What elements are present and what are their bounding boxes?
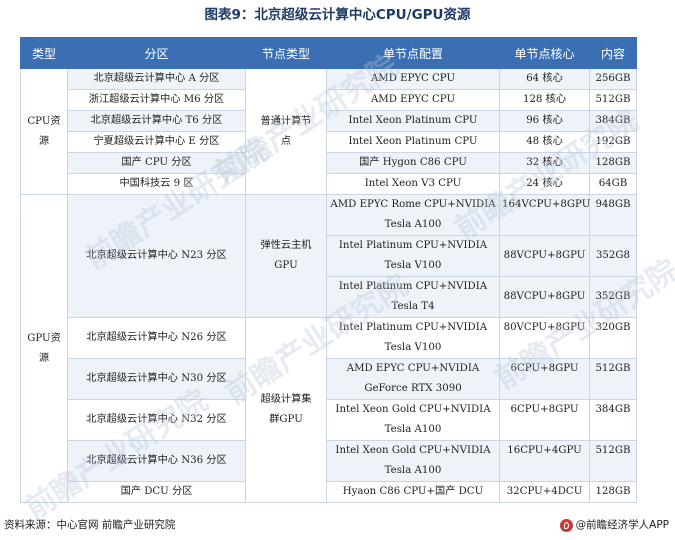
cores-cell: 64 核心 xyxy=(499,68,590,90)
memory-cell: 512GB xyxy=(589,440,637,482)
config-cell: Intel Xeon Platinum CPU xyxy=(326,110,500,132)
cores-cell: 6CPU+8GPU xyxy=(499,399,590,441)
table-row: 北京超级云计算中心 T6 分区 Intel Xeon Platinum CPU … xyxy=(21,110,637,132)
cores-cell: 88VCPU+8GPU xyxy=(499,276,590,318)
node-type-elastic: 弹性云主机GPU xyxy=(245,194,327,318)
table-row: CPU资源 北京超级云计算中心 A 分区 普通计算节点 AMD EPYC CPU… xyxy=(20,68,637,195)
table-row: 宁夏超级云计算中心 E 分区 Intel Xeon Platinum CPU 4… xyxy=(21,131,637,153)
node-type-super: 超级计算集群GPU xyxy=(245,317,327,503)
header-partition: 分区 xyxy=(67,37,246,69)
config-cell: AMD EPYC CPU+NVIDIA GeForce RTX 3090 xyxy=(326,358,500,400)
memory-cell: 948GB xyxy=(589,194,637,236)
source-note: 资料来源：中心官网 前瞻产业研究院 xyxy=(4,519,176,531)
table-row: GPU资源 北京超级云计算中心 N23 分区 弹性云主机GPU AMD EPYC… xyxy=(20,194,637,503)
config-cell: Intel Xeon Gold CPU+NVIDIA Tesla A100 xyxy=(326,440,500,482)
cores-cell: 32CPU+4DCU xyxy=(499,481,590,503)
partition-cell: 中国科技云 9 区 xyxy=(67,173,246,195)
brand-logo-icon xyxy=(559,518,573,532)
table-row: 北京超级云计算中心 N26 分区 超级计算集群GPU Intel Platinu… xyxy=(21,317,637,503)
cores-cell: 80VCPU+8GPU xyxy=(499,317,590,359)
memory-cell: 128GB xyxy=(589,152,637,174)
memory-cell: 256GB xyxy=(589,68,637,90)
memory-cell: 320GB xyxy=(589,317,637,359)
partition-cell: 宁夏超级云计算中心 E 分区 xyxy=(67,131,246,153)
partition-cell: 国产 CPU 分区 xyxy=(67,152,246,174)
table-row: 中国科技云 9 区 Intel Xeon V3 CPU 24 核心 64GB xyxy=(21,173,637,195)
config-cell: AMD EPYC CPU xyxy=(326,68,500,90)
config-cell: Intel Xeon V3 CPU xyxy=(326,173,500,195)
table-row: 北京超级云计算中心 N30 分区 AMD EPYC CPU+NVIDIA GeF… xyxy=(21,358,637,400)
partition-cell: 北京超级云计算中心 N32 分区 xyxy=(67,399,246,441)
header-config: 单节点配置 xyxy=(326,37,500,69)
cores-cell: 128 核心 xyxy=(499,89,590,111)
config-cell: Intel Platinum CPU+NVIDIA Tesla V100 xyxy=(326,317,500,359)
cores-cell: 6CPU+8GPU xyxy=(499,358,590,400)
memory-cell: 384GB xyxy=(589,399,637,441)
chart-title: 图表9：北京超级云计算中心CPU/GPU资源 xyxy=(204,7,471,23)
memory-cell: 384GB xyxy=(589,110,637,132)
cores-cell: 32 核心 xyxy=(499,152,590,174)
brand-credit: @前瞻经济学人APP xyxy=(559,514,669,536)
memory-cell: 512GB xyxy=(589,358,637,400)
memory-cell: 352GB xyxy=(589,276,637,318)
partition-cell: 北京超级云计算中心 N23 分区 xyxy=(67,194,246,318)
memory-cell: 352G8 xyxy=(589,235,637,277)
config-cell: AMD EPYC Rome CPU+NVIDIA Tesla A100 xyxy=(326,194,500,236)
table-row: 北京超级云计算中心 N36 分区 Intel Xeon Gold CPU+NVI… xyxy=(21,440,637,482)
table-row: 国产 DCU 分区 Hyaon C86 CPU+国产 DCU 32CPU+4DC… xyxy=(21,481,637,503)
header-memory: 内容 xyxy=(589,37,637,69)
config-cell: AMD EPYC CPU xyxy=(326,89,500,111)
cores-cell: 88VCPU+8GPU xyxy=(499,235,590,277)
config-cell: Hyaon C86 CPU+国产 DCU xyxy=(326,481,500,503)
partition-cell: 国产 DCU 分区 xyxy=(67,481,246,503)
table-row: 浙江超级云计算中心 M6 分区 AMD EPYC CPU 128 核心 512G… xyxy=(21,89,637,111)
config-cell: Intel Platinum CPU+NVIDIA Tesla T4 xyxy=(326,276,500,318)
partition-cell: 北京超级云计算中心 T6 分区 xyxy=(67,110,246,132)
header-cores: 单节点核心 xyxy=(499,37,590,69)
table-row: 国产 CPU 分区 国产 Hygon C86 CPU 32 核心 128GB xyxy=(21,152,637,174)
memory-cell: 192GB xyxy=(589,131,637,153)
partition-cell: 浙江超级云计算中心 M6 分区 xyxy=(67,89,246,111)
cores-cell: 16CPU+4GPU xyxy=(499,440,590,482)
partition-cell: 北京超级云计算中心 A 分区 xyxy=(67,68,246,90)
memory-cell: 512GB xyxy=(589,89,637,111)
config-cell: Intel Xeon Platinum CPU xyxy=(326,131,500,153)
config-cell: 国产 Hygon C86 CPU xyxy=(326,152,500,174)
header-node-type: 节点类型 xyxy=(245,37,327,69)
partition-cell: 北京超级云计算中心 N36 分区 xyxy=(67,440,246,482)
cores-cell: 48 核心 xyxy=(499,131,590,153)
type-gpu: GPU资源 xyxy=(20,194,68,503)
config-cell: Intel Platinum CPU+NVIDIA Tesla V100 xyxy=(326,235,500,277)
cores-cell: 96 核心 xyxy=(499,110,590,132)
cores-cell: 24 核心 xyxy=(499,173,590,195)
resource-table: 类型 分区 节点类型 单节点配置 单节点核心 内容 CPU资源 北京超级云计算中… xyxy=(20,37,637,503)
memory-cell: 64GB xyxy=(589,173,637,195)
header-row: 类型 分区 节点类型 单节点配置 单节点核心 内容 xyxy=(20,37,637,69)
config-cell: Intel Xeon Gold CPU+NVIDIA Tesla A100 xyxy=(326,399,500,441)
brand-text: @前瞻经济学人APP xyxy=(575,519,669,531)
cores-cell: 164VCPU+8GPU xyxy=(499,194,590,236)
header-type: 类型 xyxy=(20,37,68,69)
table-row: 北京超级云计算中心 N32 分区 Intel Xeon Gold CPU+NVI… xyxy=(21,399,637,441)
partition-cell: 北京超级云计算中心 N26 分区 xyxy=(67,317,246,359)
memory-cell: 128GB xyxy=(589,481,637,503)
node-type-general: 普通计算节点 xyxy=(245,68,327,195)
partition-cell: 北京超级云计算中心 N30 分区 xyxy=(67,358,246,400)
type-cpu: CPU资源 xyxy=(20,68,68,195)
